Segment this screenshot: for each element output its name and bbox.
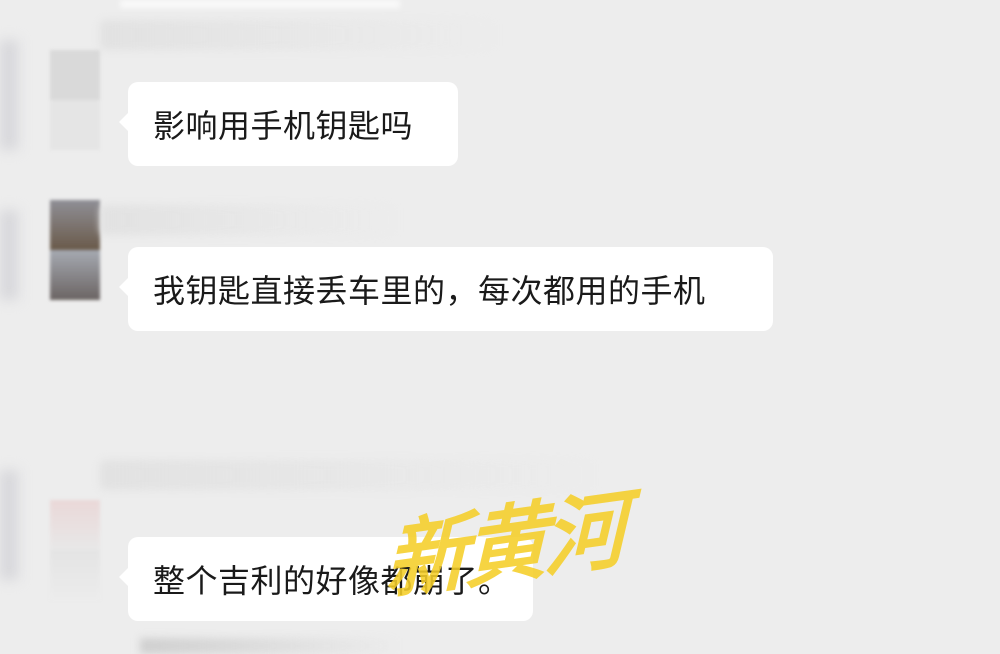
sender-name-blurred [100, 20, 500, 50]
avatar-pixel [50, 50, 100, 100]
sender-name-blurred [100, 460, 600, 490]
blurred-previous-message [120, 0, 400, 8]
blurred-edge [0, 40, 18, 150]
sender-name-blurred [100, 205, 400, 235]
message-text: 我钥匙直接丢车里的，每次都用的手机 [153, 272, 706, 310]
avatar-pixel [50, 500, 100, 550]
message-text: 整个吉利的好像都崩了。 [153, 562, 511, 600]
blurred-edge [0, 470, 18, 580]
avatar[interactable] [50, 500, 100, 600]
message-bubble[interactable]: 影响用手机钥匙吗 [119, 82, 458, 166]
avatar-pixel [50, 100, 100, 150]
chat-window: 影响用手机钥匙吗 我钥匙直接丢车里的，每次都用的手机 整个吉利的好像都崩了。 新… [0, 0, 1000, 654]
message-bubble[interactable]: 我钥匙直接丢车里的，每次都用的手机 [119, 247, 773, 331]
avatar-pixel [50, 250, 100, 300]
message-bubble[interactable]: 整个吉利的好像都崩了。 [119, 537, 533, 621]
avatar-pixel [50, 200, 100, 250]
avatar[interactable] [50, 200, 100, 300]
message-text: 影响用手机钥匙吗 [153, 107, 414, 145]
avatar-pixel [50, 550, 100, 600]
blurred-next-message [140, 638, 400, 654]
blurred-edge [0, 210, 18, 300]
avatar[interactable] [50, 50, 100, 150]
